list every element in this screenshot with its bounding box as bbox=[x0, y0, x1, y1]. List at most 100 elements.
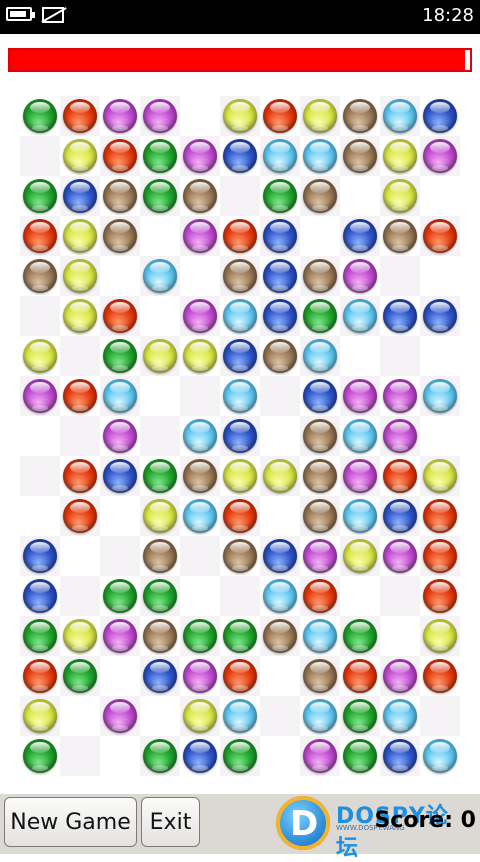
brown-ball[interactable] bbox=[23, 259, 57, 293]
red-ball[interactable] bbox=[423, 499, 457, 533]
board-cell[interactable] bbox=[340, 136, 380, 176]
board-cell[interactable] bbox=[420, 656, 460, 696]
board-cell[interactable] bbox=[100, 736, 140, 776]
board-cell[interactable] bbox=[20, 216, 60, 256]
board-cell[interactable] bbox=[300, 336, 340, 376]
red-ball[interactable] bbox=[423, 219, 457, 253]
blue-ball[interactable] bbox=[303, 379, 337, 413]
purple-ball[interactable] bbox=[383, 659, 417, 693]
green-ball[interactable] bbox=[343, 699, 377, 733]
red-ball[interactable] bbox=[103, 299, 137, 333]
cyan-ball[interactable] bbox=[303, 619, 337, 653]
board-cell[interactable] bbox=[260, 576, 300, 616]
board-cell[interactable] bbox=[220, 576, 260, 616]
red-ball[interactable] bbox=[63, 99, 97, 133]
cyan-ball[interactable] bbox=[103, 379, 137, 413]
board-cell[interactable] bbox=[180, 736, 220, 776]
board-cell[interactable] bbox=[140, 536, 180, 576]
blue-ball[interactable] bbox=[343, 219, 377, 253]
yellow-ball[interactable] bbox=[63, 619, 97, 653]
board-cell[interactable] bbox=[300, 216, 340, 256]
brown-ball[interactable] bbox=[143, 539, 177, 573]
yellow-ball[interactable] bbox=[343, 539, 377, 573]
brown-ball[interactable] bbox=[183, 459, 217, 493]
blue-ball[interactable] bbox=[223, 419, 257, 453]
board-cell[interactable] bbox=[220, 736, 260, 776]
board-cell[interactable] bbox=[380, 136, 420, 176]
cyan-ball[interactable] bbox=[303, 139, 337, 173]
board-cell[interactable] bbox=[20, 296, 60, 336]
board-cell[interactable] bbox=[220, 336, 260, 376]
cyan-ball[interactable] bbox=[303, 699, 337, 733]
brown-ball[interactable] bbox=[383, 219, 417, 253]
purple-ball[interactable] bbox=[103, 699, 137, 733]
yellow-ball[interactable] bbox=[143, 499, 177, 533]
red-ball[interactable] bbox=[223, 499, 257, 533]
board-cell[interactable] bbox=[20, 456, 60, 496]
board-cell[interactable] bbox=[260, 136, 300, 176]
yellow-ball[interactable] bbox=[63, 299, 97, 333]
cyan-ball[interactable] bbox=[423, 739, 457, 773]
blue-ball[interactable] bbox=[143, 659, 177, 693]
board-cell[interactable] bbox=[60, 296, 100, 336]
board-cell[interactable] bbox=[100, 416, 140, 456]
brown-ball[interactable] bbox=[143, 619, 177, 653]
red-ball[interactable] bbox=[343, 659, 377, 693]
board-cell[interactable] bbox=[420, 696, 460, 736]
blue-ball[interactable] bbox=[263, 219, 297, 253]
purple-ball[interactable] bbox=[103, 419, 137, 453]
purple-ball[interactable] bbox=[383, 419, 417, 453]
board-cell[interactable] bbox=[180, 656, 220, 696]
green-ball[interactable] bbox=[303, 299, 337, 333]
cyan-ball[interactable] bbox=[143, 259, 177, 293]
board-cell[interactable] bbox=[20, 336, 60, 376]
board-cell[interactable] bbox=[60, 336, 100, 376]
board-cell[interactable] bbox=[220, 416, 260, 456]
purple-ball[interactable] bbox=[423, 139, 457, 173]
board-cell[interactable] bbox=[180, 616, 220, 656]
board-cell[interactable] bbox=[20, 176, 60, 216]
game-board[interactable] bbox=[20, 96, 460, 776]
yellow-ball[interactable] bbox=[63, 259, 97, 293]
board-cell[interactable] bbox=[20, 256, 60, 296]
board-cell[interactable] bbox=[220, 176, 260, 216]
brown-ball[interactable] bbox=[263, 619, 297, 653]
red-ball[interactable] bbox=[23, 659, 57, 693]
purple-ball[interactable] bbox=[343, 259, 377, 293]
board-cell[interactable] bbox=[300, 456, 340, 496]
board-cell[interactable] bbox=[260, 296, 300, 336]
yellow-ball[interactable] bbox=[383, 139, 417, 173]
board-cell[interactable] bbox=[220, 696, 260, 736]
cyan-ball[interactable] bbox=[343, 499, 377, 533]
board-cell[interactable] bbox=[380, 456, 420, 496]
blue-ball[interactable] bbox=[383, 499, 417, 533]
board-cell[interactable] bbox=[140, 656, 180, 696]
board-cell[interactable] bbox=[420, 376, 460, 416]
board-cell[interactable] bbox=[220, 616, 260, 656]
blue-ball[interactable] bbox=[383, 739, 417, 773]
board-cell[interactable] bbox=[100, 376, 140, 416]
red-ball[interactable] bbox=[423, 579, 457, 613]
board-cell[interactable] bbox=[140, 736, 180, 776]
green-ball[interactable] bbox=[143, 739, 177, 773]
purple-ball[interactable] bbox=[23, 379, 57, 413]
yellow-ball[interactable] bbox=[223, 99, 257, 133]
board-cell[interactable] bbox=[60, 176, 100, 216]
cyan-ball[interactable] bbox=[223, 379, 257, 413]
board-cell[interactable] bbox=[420, 96, 460, 136]
board-cell[interactable] bbox=[300, 96, 340, 136]
green-ball[interactable] bbox=[103, 339, 137, 373]
board-cell[interactable] bbox=[260, 696, 300, 736]
board-cell[interactable] bbox=[260, 256, 300, 296]
yellow-ball[interactable] bbox=[183, 339, 217, 373]
brown-ball[interactable] bbox=[303, 499, 337, 533]
board-cell[interactable] bbox=[300, 656, 340, 696]
board-cell[interactable] bbox=[340, 696, 380, 736]
blue-ball[interactable] bbox=[263, 259, 297, 293]
yellow-ball[interactable] bbox=[423, 619, 457, 653]
green-ball[interactable] bbox=[263, 179, 297, 213]
yellow-ball[interactable] bbox=[383, 179, 417, 213]
blue-ball[interactable] bbox=[263, 299, 297, 333]
board-cell[interactable] bbox=[140, 456, 180, 496]
board-cell[interactable] bbox=[220, 376, 260, 416]
